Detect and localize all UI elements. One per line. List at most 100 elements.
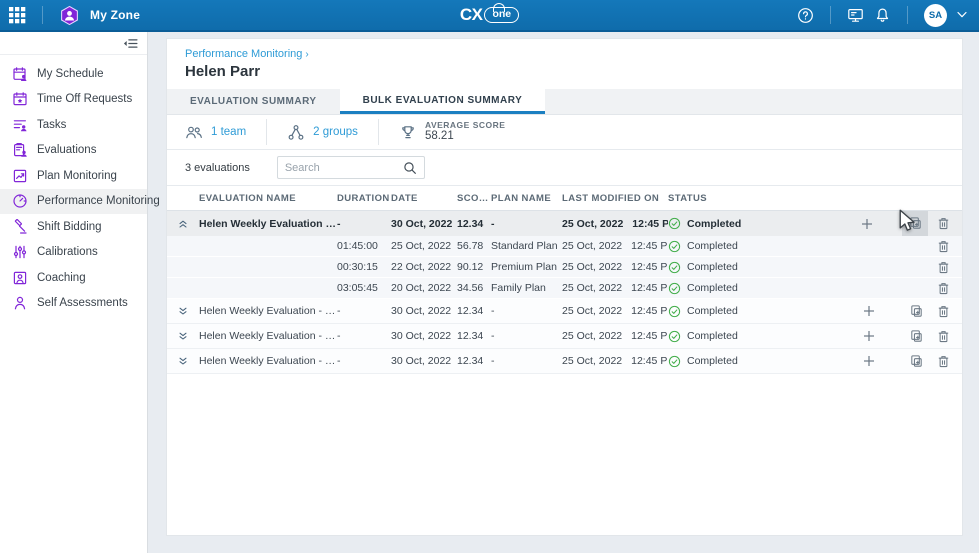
average-score-value: 58.21 [425, 130, 506, 144]
screen-share-icon[interactable] [847, 7, 864, 24]
status-completed-icon [668, 355, 681, 368]
row-actions [818, 324, 962, 348]
status-cell: Completed [668, 217, 818, 230]
sidebar-item-tasks[interactable]: Tasks [0, 112, 147, 138]
delete-button[interactable] [931, 212, 955, 236]
sidebar-item-coaching[interactable]: Coaching [0, 265, 147, 291]
sidebar-item-shift-bidding[interactable]: Shift Bidding [0, 214, 147, 240]
evaluations-icon [12, 142, 28, 158]
notifications-icon[interactable] [874, 7, 891, 24]
duration-cell: - [337, 305, 391, 317]
status-completed-icon [668, 261, 681, 274]
sidebar-item-plan-monitoring[interactable]: Plan Monitoring [0, 163, 147, 189]
status-completed-icon [668, 305, 681, 318]
delete-button[interactable] [931, 349, 955, 373]
my-zone-icon [59, 5, 80, 26]
add-button[interactable] [857, 324, 881, 348]
duration-cell: 01:45:00 [337, 240, 391, 252]
expand-row-icon[interactable] [177, 355, 189, 367]
table-row[interactable]: Helen Weekly Evaluation - June 20 - 30 O… [167, 324, 962, 349]
breadcrumb[interactable]: Performance Monitoring › [167, 39, 962, 60]
sidebar-item-evaluations[interactable]: Evaluations [0, 138, 147, 164]
duration-cell: 03:05:45 [337, 282, 391, 294]
table-row[interactable]: Helen Weekly Evaluation - June 20 - 30 O… [167, 299, 962, 324]
breadcrumb-chevron-icon: › [305, 49, 308, 60]
last-modified-cell: 25 Oct, 2022 12:45 PM [562, 355, 668, 367]
delete-button[interactable] [931, 299, 955, 323]
duration-cell: - [337, 330, 391, 342]
stat-team[interactable]: 1 team [185, 119, 266, 145]
divider [830, 6, 831, 24]
duration-cell: - [337, 355, 391, 367]
date-cell: 22 Oct, 2022 [391, 261, 457, 273]
expand-row-icon[interactable] [177, 305, 189, 317]
breadcrumb-link[interactable]: Performance Monitoring [185, 48, 302, 60]
last-modified-cell: 25 Oct, 2022 12:45 PM [562, 305, 668, 317]
add-button[interactable] [857, 299, 881, 323]
help-icon[interactable] [797, 7, 814, 24]
col-duration: DURATION [337, 193, 391, 204]
score-cell: 90.12 [457, 261, 491, 273]
tab-bulk-evaluation-summary[interactable]: BULK EVALUATION SUMMARY [340, 89, 546, 114]
copy-button[interactable] [902, 211, 928, 237]
evaluation-name-cell: Helen Weekly Evaluation - June 20 [199, 330, 337, 342]
app-launcher-icon[interactable] [9, 7, 26, 24]
user-avatar[interactable]: SA [924, 4, 947, 27]
table-subrow[interactable]: 00:30:15 22 Oct, 2022 90.12 Premium Plan… [167, 257, 962, 278]
status-completed-icon [668, 330, 681, 343]
date-cell: 25 Oct, 2022 [391, 240, 457, 252]
timeoff-icon [12, 91, 28, 107]
collapse-sidebar-icon[interactable] [122, 35, 139, 52]
table-row[interactable]: Helen Weekly Evaluation - June 20 - 30 O… [167, 349, 962, 374]
trophy-icon [399, 124, 417, 141]
copy-button[interactable] [904, 349, 928, 373]
status-text: Completed [687, 330, 738, 342]
expand-row-icon[interactable] [177, 330, 189, 342]
plan-name-cell: Standard Plan [491, 240, 562, 252]
table-subrow[interactable]: 03:05:45 20 Oct, 2022 34.56 Family Plan … [167, 278, 962, 299]
status-text: Completed [687, 240, 738, 252]
user-menu-chevron-icon[interactable] [957, 11, 967, 19]
planmon-icon [12, 168, 28, 184]
status-text: Completed [687, 355, 738, 367]
evaluation-name-cell: Helen Weekly Evaluation - June 20 [199, 355, 337, 367]
table-controls: 3 evaluations [167, 150, 962, 185]
top-bar: My Zone CX one SA [0, 0, 979, 32]
delete-button[interactable] [931, 324, 955, 348]
plan-name-cell: Family Plan [491, 282, 562, 294]
team-link[interactable]: 1 team [211, 126, 246, 138]
status-text: Completed [687, 218, 741, 230]
tab-evaluation-summary[interactable]: EVALUATION SUMMARY [167, 89, 340, 114]
copy-button[interactable] [904, 299, 928, 323]
table-row[interactable]: Helen Weekly Evaluation - June... - 30 O… [167, 211, 962, 236]
sidebar-item-my-schedule[interactable]: My Schedule [0, 61, 147, 87]
stat-groups[interactable]: 2 groups [266, 119, 378, 145]
status-cell: Completed [668, 355, 818, 368]
status-text: Completed [687, 305, 738, 317]
sidebar-list: My Schedule Time Off Requests Tasks Eval… [0, 55, 147, 316]
status-cell: Completed [668, 330, 818, 343]
table-subrow[interactable]: 01:45:00 25 Oct, 2022 56.78 Standard Pla… [167, 236, 962, 257]
sidebar-item-performance-monitoring[interactable]: Performance Monitoring [0, 189, 147, 215]
score-cell: 56.78 [457, 240, 491, 252]
plan-name-cell: - [491, 330, 562, 342]
status-cell: Completed [668, 305, 818, 318]
app-name: My Zone [90, 8, 140, 22]
search-box[interactable] [277, 156, 425, 179]
schedule-icon [12, 66, 28, 82]
sidebar-item-calibrations[interactable]: Calibrations [0, 240, 147, 266]
search-icon[interactable] [403, 161, 417, 175]
sidebar-item-self-assessments[interactable]: Self Assessments [0, 291, 147, 317]
add-button[interactable] [855, 212, 879, 236]
col-status: STATUS [668, 193, 818, 204]
last-modified-cell: 25 Oct, 2022 12:45 PM [562, 240, 668, 252]
col-score: SCORE [457, 193, 491, 204]
add-button[interactable] [857, 349, 881, 373]
groups-link[interactable]: 2 groups [313, 126, 358, 138]
collapse-row-icon[interactable] [177, 218, 189, 230]
sidebar-item-time-off-requests[interactable]: Time Off Requests [0, 87, 147, 113]
delete-button[interactable] [931, 276, 955, 300]
copy-button[interactable] [904, 324, 928, 348]
evaluation-name-cell: Helen Weekly Evaluation - June... [199, 218, 337, 230]
search-input[interactable] [285, 162, 403, 174]
